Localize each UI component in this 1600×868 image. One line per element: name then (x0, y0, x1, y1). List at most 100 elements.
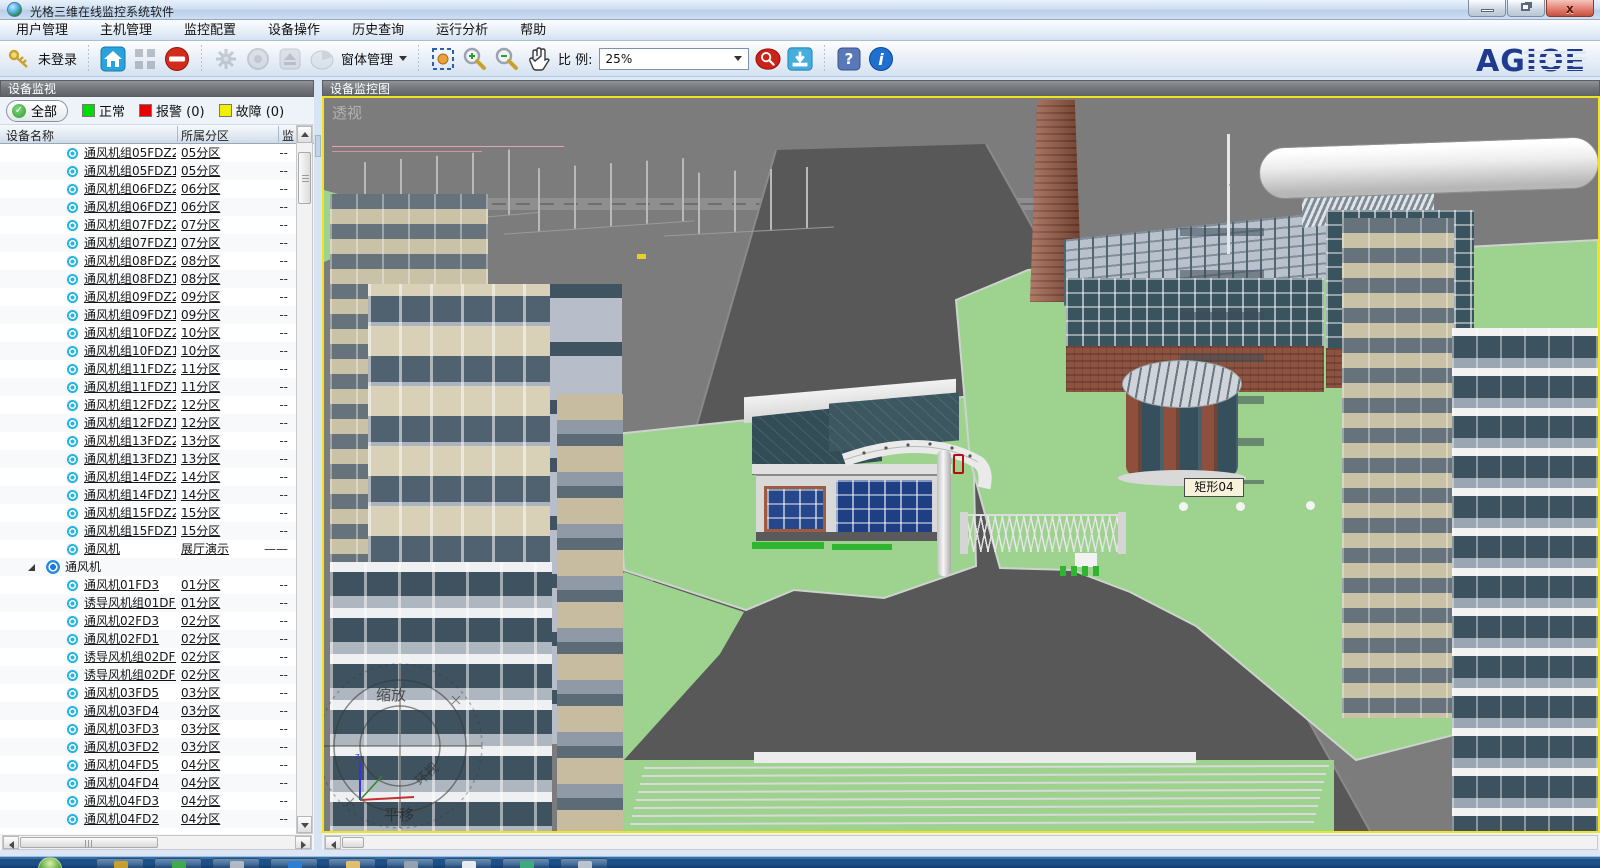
device-row[interactable]: 通风机组11FDZ111分区-- (0, 378, 296, 396)
device-zone[interactable]: 03分区 (181, 702, 247, 720)
device-row[interactable]: 通风机04FD304分区-- (0, 792, 296, 810)
close-button[interactable]: x (1546, 0, 1594, 17)
device-row[interactable]: 通风机组14FDZ114分区-- (0, 486, 296, 504)
device-name[interactable]: 通风机组06FDZ1 (84, 198, 176, 216)
device-zone[interactable]: 03分区 (181, 720, 247, 738)
device-zone[interactable]: 04分区 (181, 810, 247, 828)
pan-hand-icon[interactable] (526, 46, 552, 72)
device-zone[interactable]: 04分区 (181, 774, 247, 792)
device-name[interactable]: 通风机04FD2 (84, 810, 176, 828)
device-name[interactable]: 通风机组15FDZ1 (84, 522, 176, 540)
minimize-button[interactable] (1468, 0, 1506, 17)
scroll-left-button[interactable] (325, 836, 341, 849)
device-row[interactable]: 通风机04FD404分区-- (0, 774, 296, 792)
device-name[interactable]: 通风机03FD5 (84, 684, 176, 702)
device-name[interactable]: 通风机组13FDZ1 (84, 450, 176, 468)
scroll-left-button[interactable] (3, 836, 19, 849)
scroll-thumb[interactable] (20, 837, 158, 848)
taskbar-button[interactable] (444, 858, 492, 868)
device-zone[interactable]: 展厅演示 (181, 540, 247, 558)
device-row[interactable]: 通风机组10FDZ110分区-- (0, 342, 296, 360)
device-row[interactable]: 通风机组15FDZ115分区-- (0, 522, 296, 540)
device-name[interactable]: 通风机组07FDZ2 (84, 216, 176, 234)
device-name[interactable]: 通风机组10FDZ2 (84, 324, 176, 342)
menu-item-1[interactable]: 用户管理 (0, 20, 84, 41)
device-row[interactable]: 通风机组09FDZ209分区-- (0, 288, 296, 306)
device-name[interactable]: 通风机组11FDZ2 (84, 360, 176, 378)
device-zone[interactable]: 06分区 (181, 198, 247, 216)
filter-all-button[interactable]: ✓全部 (6, 100, 68, 122)
device-row[interactable]: 通风机03FD503分区-- (0, 684, 296, 702)
scale-combobox[interactable]: 25% (599, 48, 749, 70)
device-row[interactable]: 通风机组13FDZ113分区-- (0, 450, 296, 468)
title-bar[interactable]: 光格三维在线监控系统软件 x (0, 0, 1600, 20)
device-name[interactable]: 通风机04FD4 (84, 774, 176, 792)
combo-arrow-icon[interactable] (730, 51, 746, 67)
chevron-down-icon[interactable] (399, 56, 407, 61)
device-row[interactable]: 通风机组07FDZ107分区-- (0, 234, 296, 252)
column-device-name[interactable]: 设备名称 (6, 127, 54, 144)
taskbar-button[interactable] (96, 858, 144, 868)
device-row[interactable]: 通风机组05FDZ105分区-- (0, 162, 296, 180)
device-name[interactable]: 通风机03FD4 (84, 702, 176, 720)
device-row[interactable]: 通风机04FD504分区-- (0, 756, 296, 774)
device-name[interactable]: 通风机02FD3 (84, 612, 176, 630)
device-zone[interactable]: 14分区 (181, 468, 247, 486)
device-zone[interactable]: 11分区 (181, 378, 247, 396)
device-name[interactable]: 通风机组06FDZ2 (84, 180, 176, 198)
device-name[interactable]: 诱导风机组02DF1 (84, 666, 176, 684)
device-row[interactable]: 通风机组06FDZ206分区-- (0, 180, 296, 198)
device-row[interactable]: 通风机03FD203分区-- (0, 738, 296, 756)
device-name[interactable]: 通风机组09FDZ1 (84, 306, 176, 324)
device-zone[interactable]: 10分区 (181, 342, 247, 360)
vertical-scrollbar[interactable] (296, 125, 313, 834)
device-name[interactable]: 通风机03FD2 (84, 738, 176, 756)
device-row[interactable]: 通风机组13FDZ213分区-- (0, 432, 296, 450)
device-name[interactable]: 通风机组08FDZ1 (84, 270, 176, 288)
filter-legend-3[interactable]: 报警 (0) (139, 101, 205, 120)
device-name[interactable]: 通风机03FD3 (84, 720, 176, 738)
device-name[interactable]: 诱导风机组02DF2 (84, 648, 176, 666)
menu-item-7[interactable]: 帮助 (504, 20, 562, 41)
device-name[interactable]: 通风机组09FDZ2 (84, 288, 176, 306)
stop-icon[interactable] (164, 46, 190, 72)
home-icon[interactable] (100, 46, 126, 72)
device-zone[interactable]: 08分区 (181, 252, 247, 270)
device-name[interactable]: 通风机组11FDZ1 (84, 378, 176, 396)
device-zone[interactable]: 05分区 (181, 162, 247, 180)
column-zone[interactable]: 所属分区 (181, 127, 229, 144)
help-icon[interactable]: ? (836, 46, 862, 72)
zoom-out-icon[interactable] (494, 46, 520, 72)
device-name[interactable]: 通风机组12FDZ1 (84, 414, 176, 432)
window-manage-label[interactable]: 窗体管理 (341, 49, 393, 68)
device-row[interactable]: 通风机03FD303分区-- (0, 720, 296, 738)
zoom-in-icon[interactable] (462, 46, 488, 72)
menu-item-3[interactable]: 监控配置 (168, 20, 252, 41)
scroll-thumb[interactable] (342, 837, 364, 848)
scroll-thumb[interactable] (298, 152, 311, 204)
device-row[interactable]: 诱导风机组02DF202分区-- (0, 648, 296, 666)
taskbar-button[interactable] (386, 858, 434, 868)
zoom-preview-icon[interactable] (755, 46, 781, 72)
device-zone[interactable]: 01分区 (181, 594, 247, 612)
layout-grid-icon[interactable] (132, 46, 158, 72)
device-zone[interactable]: 10分区 (181, 324, 247, 342)
device-name[interactable]: 通风机组14FDZ2 (84, 468, 176, 486)
device-zone[interactable]: 07分区 (181, 216, 247, 234)
device-name[interactable]: 通风机 (84, 540, 176, 558)
device-row[interactable]: 通风机展厅演示—— (0, 540, 296, 558)
device-zone[interactable]: 12分区 (181, 414, 247, 432)
left-horizontal-scrollbar[interactable] (2, 835, 312, 850)
scroll-down-button[interactable] (297, 816, 312, 833)
restore-button[interactable] (1507, 0, 1545, 17)
taskbar-button[interactable] (154, 858, 202, 868)
device-row[interactable]: 通风机组06FDZ106分区-- (0, 198, 296, 216)
device-row[interactable]: 通风机02FD302分区-- (0, 612, 296, 630)
device-zone[interactable]: 02分区 (181, 666, 247, 684)
device-zone[interactable]: 08分区 (181, 270, 247, 288)
device-zone[interactable]: 09分区 (181, 306, 247, 324)
device-zone[interactable]: 13分区 (181, 450, 247, 468)
taskbar-button[interactable] (502, 858, 550, 868)
device-row[interactable]: 诱导风机组01DF101分区-- (0, 594, 296, 612)
device-row[interactable]: 通风机组10FDZ210分区-- (0, 324, 296, 342)
